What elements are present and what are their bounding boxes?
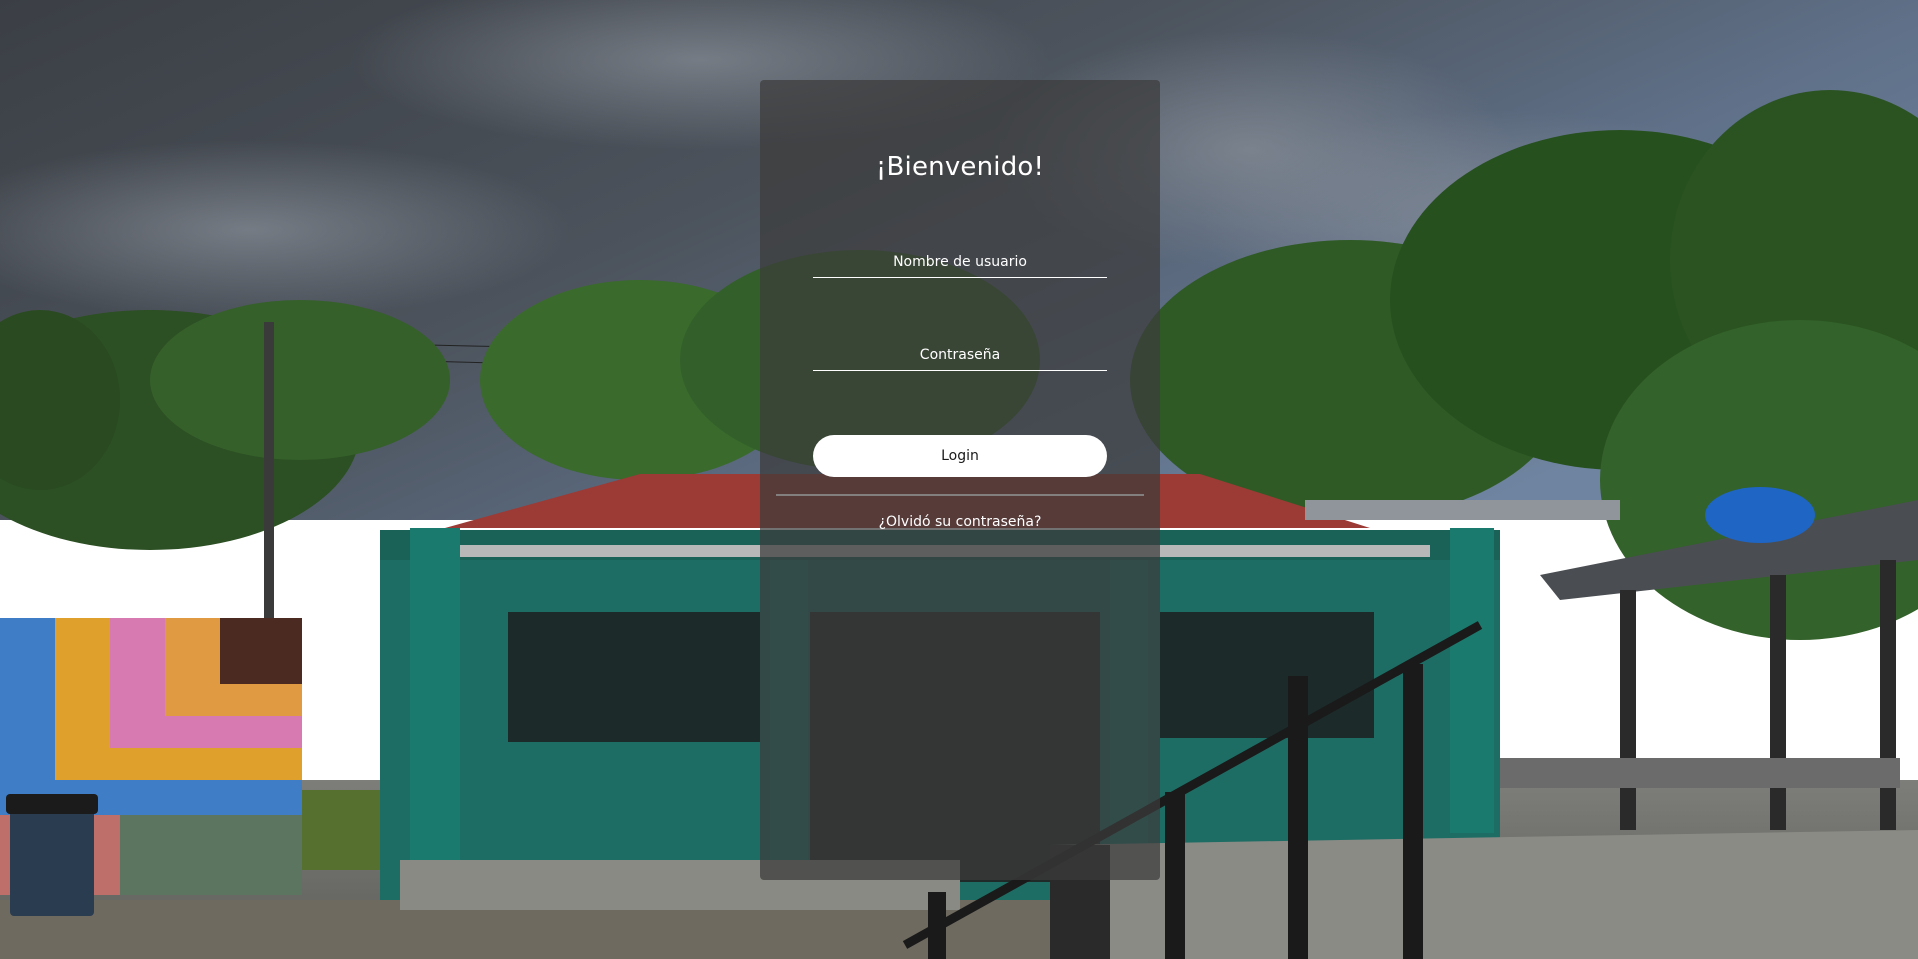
username-input[interactable]: [813, 246, 1107, 277]
login-button[interactable]: Login: [813, 435, 1107, 477]
password-field[interactable]: [813, 339, 1107, 371]
username-field[interactable]: [813, 246, 1107, 278]
forgot-password-link[interactable]: ¿Olvidó su contraseña?: [760, 514, 1160, 530]
login-card: ¡Bienvenido! Login ¿Olvidó su contraseña…: [760, 80, 1160, 880]
welcome-title: ¡Bienvenido!: [875, 152, 1045, 182]
divider: [776, 494, 1144, 496]
password-input[interactable]: [813, 339, 1107, 370]
